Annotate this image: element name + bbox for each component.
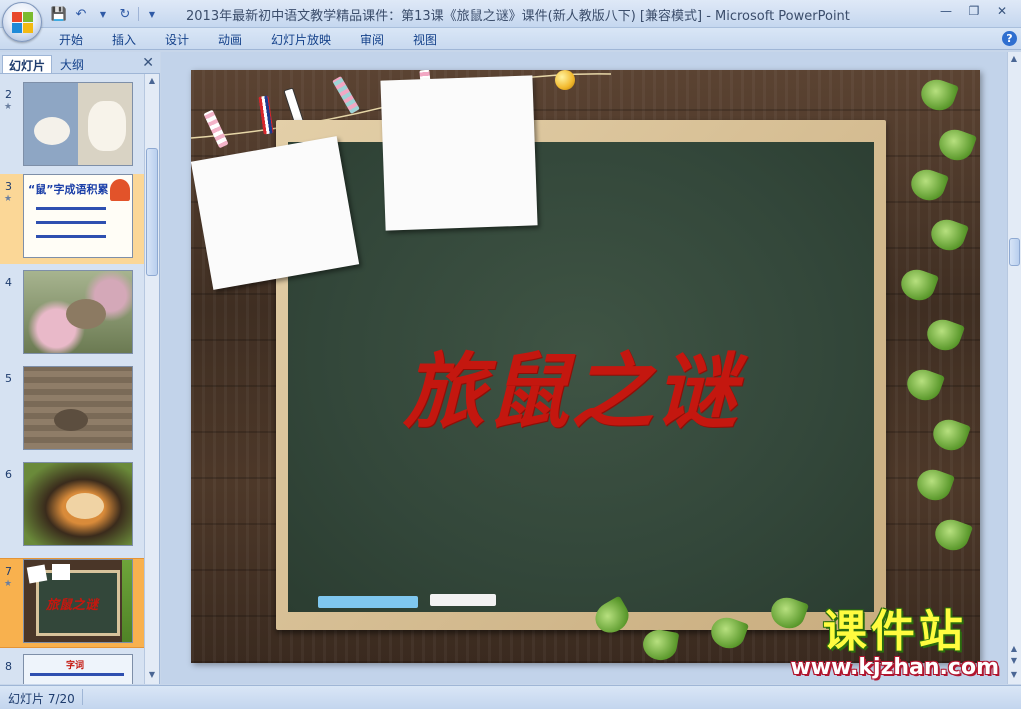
slide-number: 4 <box>5 276 12 289</box>
paper-note <box>191 136 360 290</box>
watermark: 课件站 www.kjzhan.com <box>790 609 999 681</box>
slide-number: 2 <box>5 88 12 101</box>
watermark-brand: 课件站 <box>822 606 967 657</box>
preview-title: 字词 <box>66 661 85 671</box>
app-name: Microsoft PowerPoint <box>715 9 850 24</box>
slide-thumbnails: 2 ★ 3 ★ “鼠”字成语积累 4 5 6 7 ★ 旅鼠之谜 8 字词 <box>0 74 144 684</box>
slide-title[interactable]: 旅鼠之谜 <box>351 325 791 444</box>
tab-slideshow[interactable]: 幻灯片放映 <box>271 31 331 48</box>
scroll-up-icon[interactable]: ▲ <box>1009 54 1019 66</box>
slide-number: 6 <box>5 468 12 481</box>
pane-tabs: 幻灯片 大纲 ✕ <box>0 52 160 74</box>
tab-design[interactable]: 设计 <box>165 31 189 48</box>
slide-editor: 旅鼠之谜 <box>161 52 1007 684</box>
slide-preview-image: 字词 <box>23 654 133 684</box>
scrollbar-thumb[interactable] <box>1009 238 1020 266</box>
undo-icon[interactable]: ↶ <box>72 5 90 23</box>
ivy-leaf <box>930 515 974 555</box>
dropdown-arrow-icon[interactable]: ▼ <box>94 5 112 23</box>
tab-review[interactable]: 审阅 <box>360 31 384 48</box>
window-title: 2013年最新初中语文教学精品课件：第13课《旅鼠之谜》课件(新人教版八下) [… <box>186 5 850 24</box>
close-icon[interactable]: ✕ <box>989 2 1015 20</box>
scrollbar-thumb[interactable] <box>146 148 158 276</box>
office-button[interactable] <box>2 2 42 42</box>
slide-thumbnail[interactable]: 6 <box>0 462 144 552</box>
ivy-leaf <box>928 415 972 455</box>
help-icon[interactable]: ? <box>1002 31 1017 46</box>
slide-preview-image: “鼠”字成语积累 <box>23 174 133 258</box>
close-icon[interactable]: ✕ <box>142 55 154 71</box>
tab-insert[interactable]: 插入 <box>112 31 136 48</box>
slide-number: 3 <box>5 180 12 193</box>
slide-preview-image <box>23 462 133 546</box>
document-title: 2013年最新初中语文教学精品课件：第13课《旅鼠之谜》课件(新人教版八下) [… <box>186 9 703 24</box>
thumbnails-scrollbar[interactable]: ▲ ▼ <box>144 74 159 684</box>
previous-slide-icon[interactable]: ▲ <box>1009 644 1019 656</box>
slide-number: 7 <box>5 565 12 578</box>
ivy-leaf <box>926 215 970 255</box>
slide-number: 5 <box>5 372 12 385</box>
preview-title: “鼠”字成语积累 <box>28 183 109 196</box>
slide-scrollbar[interactable]: ▲ ▲ ▼ ▼ <box>1007 52 1021 684</box>
separator <box>82 689 83 705</box>
ivy-leaf <box>896 265 940 305</box>
tab-outline[interactable]: 大纲 <box>54 55 90 73</box>
slide-thumbnail-selected[interactable]: 7 ★ 旅鼠之谜 <box>0 558 144 648</box>
animation-icon: ★ <box>4 579 13 589</box>
scroll-up-icon[interactable]: ▲ <box>147 76 157 88</box>
paper-note <box>380 75 538 231</box>
watermark-url: www.kjzhan.com <box>790 655 999 680</box>
minimize-icon[interactable]: — <box>933 2 959 20</box>
slide-thumbnail[interactable]: 5 <box>0 366 144 456</box>
redo-icon[interactable]: ↻ <box>116 5 134 23</box>
slide-preview-image: 旅鼠之谜 <box>23 559 133 643</box>
slide-preview-image <box>23 366 133 450</box>
ivy-leaf <box>902 365 946 405</box>
slide-thumbnail[interactable]: 8 字词 <box>0 654 144 684</box>
tab-home[interactable]: 开始 <box>59 31 83 48</box>
save-icon[interactable]: 💾 <box>50 5 68 23</box>
office-logo-icon <box>12 12 33 33</box>
ivy-leaf <box>640 627 680 663</box>
blue-chalk <box>318 596 418 608</box>
customize-qat-icon[interactable]: ▼ <box>143 5 161 23</box>
slide-indicator: 幻灯片 7/20 <box>8 692 75 706</box>
slide-thumbnail[interactable]: 2 ★ <box>0 82 144 172</box>
quick-access-toolbar: 💾 ↶ ▼ ↻ ▼ <box>50 4 161 24</box>
slide-thumbnail[interactable]: 4 <box>0 270 144 360</box>
tab-view[interactable]: 视图 <box>413 31 437 48</box>
slide-canvas[interactable]: 旅鼠之谜 <box>191 70 980 663</box>
ivy-leaf <box>922 315 966 355</box>
separator <box>138 7 139 21</box>
window-controls: — ❐ ✕ <box>933 2 1015 20</box>
tab-animations[interactable]: 动画 <box>218 31 242 48</box>
slides-pane: 幻灯片 大纲 ✕ 2 ★ 3 ★ “鼠”字成语积累 4 5 6 7 ★ 旅鼠之谜… <box>0 52 160 684</box>
restore-icon[interactable]: ❐ <box>961 2 987 20</box>
ivy-leaf <box>906 165 950 205</box>
push-pin-icon <box>555 70 575 90</box>
white-chalk <box>430 594 496 606</box>
tab-slides[interactable]: 幻灯片 <box>2 55 53 73</box>
title-bar: 💾 ↶ ▼ ↻ ▼ 2013年最新初中语文教学精品课件：第13课《旅鼠之谜》课件… <box>0 0 1021 28</box>
title-separator: - <box>706 9 716 24</box>
scroll-down-icon[interactable]: ▼ <box>1009 670 1019 682</box>
preview-title: 旅鼠之谜 <box>46 598 99 613</box>
slide-number: 8 <box>5 660 12 673</box>
scroll-down-icon[interactable]: ▼ <box>147 670 157 682</box>
animation-icon: ★ <box>4 102 13 112</box>
slide-preview-image <box>23 82 133 166</box>
ivy-leaf <box>934 125 978 165</box>
ribbon-tabs: 开始 插入 设计 动画 幻灯片放映 审阅 视图 ? <box>0 28 1021 50</box>
animation-icon: ★ <box>4 194 13 204</box>
slide-preview-image <box>23 270 133 354</box>
slide-thumbnail[interactable]: 3 ★ “鼠”字成语积累 <box>0 174 144 264</box>
ivy-leaf <box>916 75 960 115</box>
ivy-leaf <box>912 465 956 505</box>
next-slide-icon[interactable]: ▼ <box>1009 656 1019 668</box>
status-bar: 幻灯片 7/20 <box>0 685 1021 709</box>
